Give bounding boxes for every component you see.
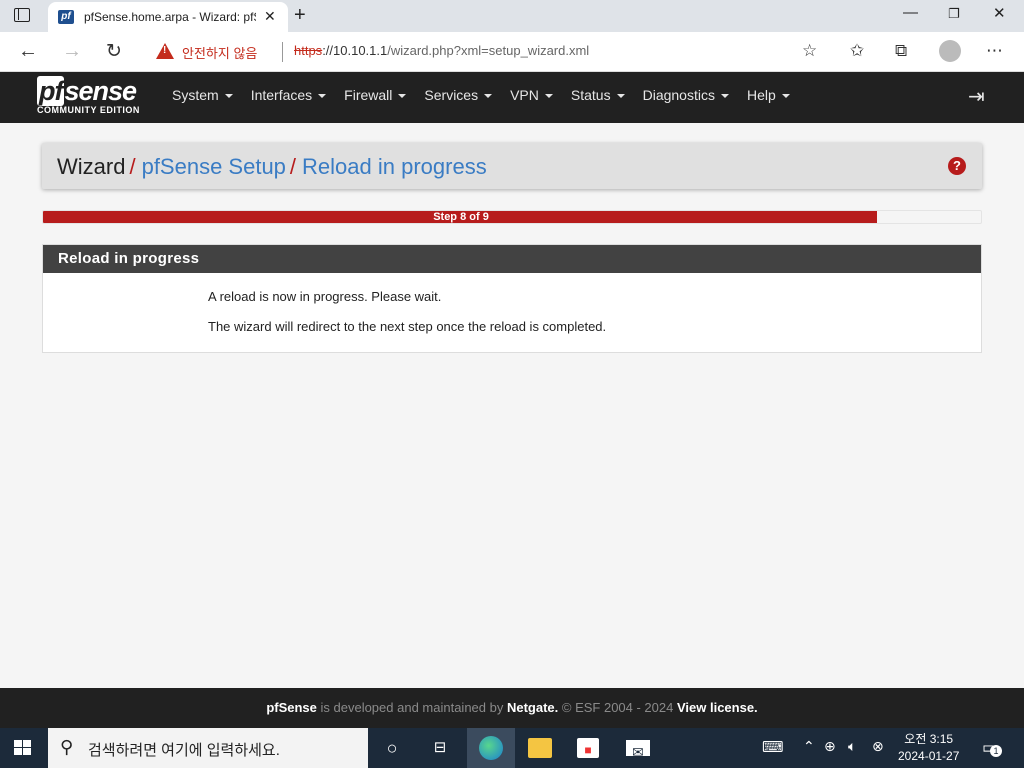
breadcrumb-separator: / (289, 154, 297, 179)
wizard-progress-bar: Step 8 of 9 (42, 210, 982, 224)
logo-main: sense (64, 76, 137, 106)
keyboard-icon[interactable]: ⌨ (762, 738, 784, 756)
redirect-message: The wizard will redirect to the next ste… (208, 319, 607, 334)
breadcrumb-setup-link[interactable]: pfSense Setup (142, 154, 286, 179)
menu-status[interactable]: Status (571, 87, 625, 103)
url-text[interactable]: https://10.10.1.1/wizard.php?xml=setup_w… (294, 43, 589, 58)
cortana-icon[interactable]: ○ (380, 736, 404, 760)
network-icon[interactable]: ⊕ (824, 738, 836, 755)
footer-copyright: © ESF 2004 - 2024 (558, 700, 677, 715)
address-bar: ← → ↻ 안전하지 않음 https://10.10.1.1/wizard.p… (0, 32, 1024, 72)
url-divider (282, 42, 283, 62)
menu-help[interactable]: Help (747, 87, 790, 103)
tab-actions-icon[interactable] (14, 8, 30, 22)
start-button[interactable] (14, 740, 32, 756)
reload-panel: Reload in progress A reload is now in pr… (42, 244, 982, 353)
help-icon[interactable]: ? (948, 157, 966, 175)
mail-icon[interactable]: ✉ (626, 740, 650, 760)
notification-count: 1 (990, 745, 1002, 757)
menu-system[interactable]: System (172, 87, 233, 103)
tab-close-icon[interactable]: ✕ (264, 8, 276, 25)
menu-diagnostics[interactable]: Diagnostics (643, 87, 729, 103)
system-clock[interactable]: 오전 3:15 2024-01-27 (898, 731, 959, 765)
profile-avatar[interactable] (939, 40, 961, 62)
reload-message: A reload is now in progress. Please wait… (208, 289, 442, 304)
footer-company-link[interactable]: Netgate. (507, 700, 558, 715)
url-path: /wizard.php?xml=setup_wizard.xml (387, 43, 590, 58)
edge-icon[interactable] (479, 736, 503, 760)
url-protocol: https (294, 43, 323, 58)
progress-label: Step 8 of 9 (433, 211, 489, 223)
status-error-icon[interactable]: ⊗ (872, 738, 884, 755)
pfsense-favicon-icon: pf (58, 10, 74, 24)
breadcrumb-separator: / (129, 154, 136, 179)
browser-tab-bar: pf pfSense.home.arpa - Wizard: pfSense S… (0, 0, 1024, 32)
browser-tab[interactable]: pf pfSense.home.arpa - Wizard: pfSense S… (48, 2, 288, 32)
breadcrumb-current-link[interactable]: Reload in progress (302, 154, 487, 179)
search-placeholder: 검색하려면 여기에 입력하세요. (88, 742, 280, 759)
logo-pf: pf (37, 76, 65, 106)
security-warning[interactable]: 안전하지 않음 (182, 43, 257, 62)
menu-services[interactable]: Services (424, 87, 492, 103)
notification-icon[interactable]: ▭1 (982, 738, 1002, 758)
more-options-icon[interactable]: ⋯ (986, 41, 1003, 61)
add-favorite-icon[interactable]: ☆ (802, 41, 817, 61)
logout-icon[interactable]: ⇥ (968, 84, 985, 109)
windows-taskbar: ⚲ 검색하려면 여기에 입력하세요. ○ ⊟ ■ ✉ ⌨ ⌃ ⊕ 🔈︎ ⊗ 오전… (0, 728, 1024, 768)
collections-icon[interactable]: ⧉ (895, 41, 907, 61)
back-icon[interactable]: ← (18, 40, 38, 63)
footer-license-link[interactable]: View license. (677, 700, 758, 715)
menu-firewall[interactable]: Firewall (344, 87, 406, 103)
taskbar-search[interactable]: ⚲ 검색하려면 여기에 입력하세요. (48, 728, 368, 768)
pfsense-navbar: pfsense COMMUNITY EDITION System Interfa… (0, 72, 1024, 123)
new-tab-icon[interactable]: + (294, 4, 306, 27)
search-icon: ⚲ (60, 737, 74, 757)
page-footer: pfSense is developed and maintained by N… (0, 688, 1024, 728)
window-close-icon[interactable]: ✕ (993, 4, 1006, 22)
footer-text: is developed and maintained by (316, 700, 507, 715)
breadcrumb: Wizard / pfSense Setup / Reload in progress … (42, 143, 982, 189)
restore-icon[interactable]: ❐ (948, 6, 960, 22)
url-field[interactable]: 안전하지 않음 https://10.10.1.1/wizard.php?xml… (144, 36, 834, 68)
menu-vpn[interactable]: VPN (510, 87, 553, 103)
menu-interfaces[interactable]: Interfaces (251, 87, 326, 103)
pfsense-logo[interactable]: pfsense COMMUNITY EDITION (37, 76, 140, 115)
footer-brand: pfSense (266, 700, 317, 715)
main-menu: System Interfaces Firewall Services VPN … (172, 87, 808, 103)
file-explorer-icon[interactable] (528, 738, 552, 758)
store-icon[interactable]: ■ (577, 738, 599, 758)
tab-title: pfSense.home.arpa - Wizard: pfSense Setu… (84, 10, 256, 24)
logo-subtitle: COMMUNITY EDITION (37, 105, 140, 115)
warning-icon[interactable] (156, 43, 174, 59)
breadcrumb-root: Wizard (57, 154, 126, 179)
clock-date: 2024-01-27 (898, 749, 960, 763)
url-host: ://10.10.1.1 (322, 43, 388, 58)
task-view-icon[interactable]: ⊟ (428, 736, 452, 760)
volume-icon[interactable]: 🔈︎ (848, 738, 856, 755)
forward-icon[interactable]: → (62, 40, 82, 63)
favorites-icon[interactable]: ✩ (850, 41, 864, 61)
show-hidden-icons[interactable]: ⌃ (803, 738, 815, 755)
minimize-icon[interactable]: — (903, 4, 918, 21)
refresh-icon[interactable]: ↻ (106, 40, 122, 63)
clock-time: 오전 3:15 (904, 732, 954, 746)
panel-title: Reload in progress (43, 245, 981, 273)
